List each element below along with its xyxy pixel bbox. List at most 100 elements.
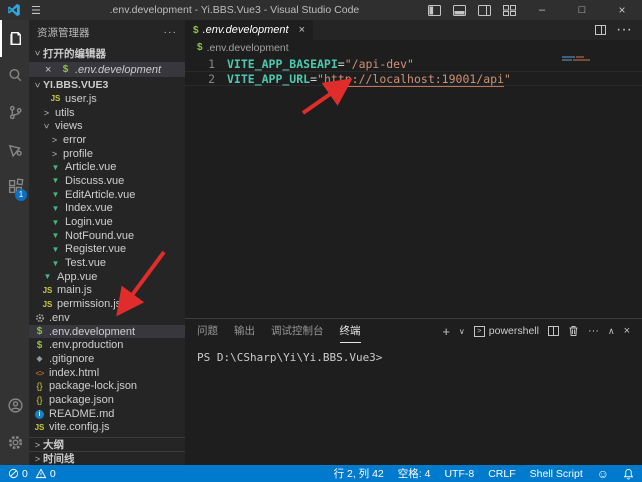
feedback-smiley-icon[interactable]: ☺ bbox=[597, 467, 609, 481]
tree-item-package-lock.json[interactable]: {}package-lock.json bbox=[29, 379, 185, 393]
customize-layout-icon[interactable] bbox=[503, 5, 516, 16]
toggle-sidebar-icon[interactable] bbox=[428, 5, 441, 16]
tree-item-label: user.js bbox=[65, 93, 97, 105]
tree-item-views[interactable]: >views bbox=[29, 119, 185, 133]
close-panel-icon[interactable]: × bbox=[624, 325, 630, 337]
tree-item-Article.vue[interactable]: ▼Article.vue bbox=[29, 160, 185, 174]
explorer-more-actions-icon[interactable]: ··· bbox=[164, 26, 178, 38]
tree-item-Test.vue[interactable]: ▼Test.vue bbox=[29, 256, 185, 270]
outline-section[interactable]: > 大纲 bbox=[29, 437, 185, 451]
new-terminal-icon[interactable]: + bbox=[442, 324, 450, 339]
language-mode[interactable]: Shell Script bbox=[530, 468, 583, 480]
editor-group: $ .env.development × ··· $ .env.developm… bbox=[185, 20, 642, 465]
panel-tab-终端[interactable]: 终端 bbox=[340, 319, 361, 343]
tree-item-utils[interactable]: >utils bbox=[29, 106, 185, 120]
sidebar-bottom-sections: > 大纲 > 时间线 bbox=[29, 437, 185, 465]
code-line-2[interactable]: 2VITE_APP_URL="http://localhost:19001/ap… bbox=[185, 71, 642, 86]
tree-item-NotFound.vue[interactable]: ▼NotFound.vue bbox=[29, 229, 185, 243]
maximize-panel-icon[interactable]: ∧ bbox=[608, 326, 615, 337]
tree-item-label: vite.config.js bbox=[49, 421, 110, 433]
tree-item-README.md[interactable]: iREADME.md bbox=[29, 407, 185, 421]
tree-item-label: App.vue bbox=[57, 271, 97, 283]
eol-sequence[interactable]: CRLF bbox=[488, 468, 515, 480]
source-control-icon[interactable] bbox=[0, 94, 29, 131]
terminal-dropdown-icon[interactable]: ∨ bbox=[459, 327, 465, 336]
code-editor[interactable]: 1VITE_APP_BASEAPI="/api-dev"2VITE_APP_UR… bbox=[185, 55, 642, 318]
tree-item-user.js[interactable]: JSuser.js bbox=[29, 92, 185, 106]
tree-item-label: profile bbox=[63, 148, 93, 160]
tree-item-EditArticle.vue[interactable]: ▼EditArticle.vue bbox=[29, 188, 185, 202]
tree-item-.env[interactable]: .env bbox=[29, 311, 185, 325]
tree-item-.gitignore[interactable]: ◆.gitignore bbox=[29, 352, 185, 366]
tab-env-development[interactable]: $ .env.development × bbox=[185, 20, 313, 40]
tree-item-profile[interactable]: >profile bbox=[29, 147, 185, 161]
terminal-instance[interactable]: > powershell bbox=[474, 325, 539, 337]
close-window-icon[interactable]: × bbox=[608, 3, 636, 17]
notifications-bell-icon[interactable] bbox=[623, 468, 634, 480]
url-link[interactable]: http://localhost:19001/api bbox=[324, 72, 504, 87]
panel-tab-问题[interactable]: 问题 bbox=[197, 319, 218, 343]
tree-item-index.html[interactable]: <>index.html bbox=[29, 366, 185, 380]
tree-item-Index.vue[interactable]: ▼Index.vue bbox=[29, 202, 185, 216]
shell-file-icon: $ bbox=[59, 64, 72, 75]
panel-more-actions-icon[interactable]: ··· bbox=[588, 325, 599, 337]
open-editors-header[interactable]: > 打开的编辑器 bbox=[29, 44, 185, 62]
close-editor-icon[interactable]: × bbox=[45, 64, 59, 76]
extensions-badge: 1 bbox=[15, 189, 27, 201]
window-title: .env.development - Yi.BBS.Vue3 - Visual … bbox=[41, 4, 428, 16]
shell-name: powershell bbox=[489, 325, 539, 337]
tree-item-package.json[interactable]: {}package.json bbox=[29, 393, 185, 407]
panel-tab-调试控制台[interactable]: 调试控制台 bbox=[271, 319, 324, 343]
terminal-output[interactable]: PS D:\CSharp\Yi\Yi.BBS.Vue3> bbox=[185, 343, 642, 465]
split-editor-icon[interactable] bbox=[595, 25, 606, 35]
explorer-icon[interactable] bbox=[0, 20, 29, 57]
account-icon[interactable] bbox=[0, 387, 29, 424]
chevron-down-icon: > bbox=[42, 121, 52, 132]
minimize-icon[interactable]: – bbox=[528, 4, 556, 16]
tree-item-permission.js[interactable]: JSpermission.js bbox=[29, 297, 185, 311]
tree-item-Register.vue[interactable]: ▼Register.vue bbox=[29, 243, 185, 257]
tree-item-App.vue[interactable]: ▼App.vue bbox=[29, 270, 185, 284]
editor-more-actions-icon[interactable]: ··· bbox=[616, 21, 632, 39]
tree-item-vite.config.js[interactable]: JSvite.config.js bbox=[29, 421, 185, 435]
maximize-icon[interactable]: □ bbox=[568, 4, 596, 16]
indentation[interactable]: 空格: 4 bbox=[398, 466, 431, 481]
tree-item-error[interactable]: >error bbox=[29, 133, 185, 147]
open-editor-item[interactable]: × $ .env.development bbox=[29, 62, 185, 77]
timeline-section[interactable]: > 时间线 bbox=[29, 451, 185, 465]
tree-item-label: .env.production bbox=[49, 339, 123, 351]
breadcrumb[interactable]: $ .env.development bbox=[185, 40, 642, 55]
panel-tab-输出[interactable]: 输出 bbox=[234, 319, 255, 343]
chevron-down-icon: > bbox=[33, 79, 43, 90]
explorer-sidebar: 资源管理器 ··· > 打开的编辑器 × $ .env.development … bbox=[29, 20, 185, 465]
html-file-icon: <> bbox=[33, 368, 46, 378]
vue-file-icon: ▼ bbox=[49, 259, 62, 268]
encoding[interactable]: UTF-8 bbox=[444, 468, 474, 480]
toggle-secondary-sidebar-icon[interactable] bbox=[478, 5, 491, 16]
token-key: VITE_APP_URL bbox=[227, 72, 310, 86]
kill-terminal-trash-icon[interactable] bbox=[568, 325, 579, 337]
problems-status[interactable]: 0 0 bbox=[8, 468, 56, 480]
project-root-header[interactable]: > YI.BBS.VUE3 bbox=[29, 77, 185, 92]
bottom-panel: 问题输出调试控制台终端 + ∨ > powershell ··· ∧ × bbox=[185, 318, 642, 465]
tree-item-main.js[interactable]: JSmain.js bbox=[29, 284, 185, 298]
settings-gear-icon[interactable] bbox=[0, 424, 29, 461]
close-tab-icon[interactable]: × bbox=[299, 24, 305, 36]
minimap[interactable] bbox=[562, 56, 594, 62]
menu-icon[interactable]: ☰ bbox=[31, 4, 41, 17]
tree-item-Discuss.vue[interactable]: ▼Discuss.vue bbox=[29, 174, 185, 188]
tree-item-Login.vue[interactable]: ▼Login.vue bbox=[29, 215, 185, 229]
toggle-panel-icon[interactable] bbox=[453, 5, 466, 16]
tree-item-.env.development[interactable]: $.env.development bbox=[29, 325, 185, 339]
extensions-icon[interactable]: 1 bbox=[0, 168, 29, 205]
js-file-icon: JS bbox=[41, 300, 54, 309]
tree-item-label: error bbox=[63, 134, 86, 146]
tree-item-.env.production[interactable]: $.env.production bbox=[29, 338, 185, 352]
split-terminal-icon[interactable] bbox=[548, 326, 559, 336]
cursor-position[interactable]: 行 2, 列 42 bbox=[334, 466, 384, 481]
breadcrumb-file[interactable]: .env.development bbox=[207, 42, 289, 54]
run-debug-icon[interactable] bbox=[0, 131, 29, 168]
shell-file-icon: $ bbox=[33, 340, 46, 351]
search-icon[interactable] bbox=[0, 57, 29, 94]
tree-item-label: Article.vue bbox=[65, 161, 116, 173]
